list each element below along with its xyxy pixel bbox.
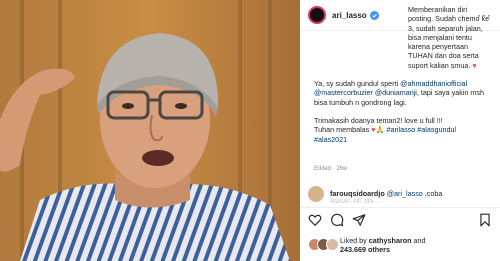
commenter-avatar[interactable] bbox=[308, 186, 324, 202]
post-side-panel: ari_lasso ··· . Memberanikan diri postin… bbox=[300, 0, 500, 261]
comment-faded-text: atasan sih dia ... bbox=[330, 198, 381, 205]
action-bar bbox=[308, 213, 492, 229]
hashtag-alasgundul[interactable]: #alasgundul bbox=[417, 125, 456, 134]
mention-ahmaddhani[interactable]: @ahmaddhaniofficial bbox=[400, 79, 467, 88]
edited-timestamp: Edited · 26w bbox=[314, 166, 348, 172]
bookmark-icon[interactable] bbox=[478, 213, 492, 227]
caption-content: Memberanikan diri posting. Sudah chemo k… bbox=[314, 5, 490, 144]
likes-user[interactable]: cathysharon bbox=[369, 236, 412, 245]
likes-count[interactable]: 243.669 others bbox=[340, 245, 390, 254]
heart-emoji: ♥ bbox=[472, 60, 477, 70]
caption-p4: Tuhan membalas bbox=[314, 125, 370, 135]
photo-illustration bbox=[0, 0, 300, 261]
commenter-username[interactable]: farouqsidoardjo bbox=[330, 189, 385, 198]
likes-summary: Liked by cathysharon and 243.669 others bbox=[308, 236, 492, 258]
likes-prefix: Liked by bbox=[340, 236, 369, 245]
comment-body: ,coba bbox=[422, 189, 443, 198]
comment-mention[interactable]: @ari_lasso bbox=[387, 189, 423, 198]
hashtag-arilasso[interactable]: #arilasso bbox=[387, 125, 416, 134]
likes-and: and bbox=[411, 236, 426, 245]
liker-avatar-3[interactable] bbox=[326, 238, 339, 251]
comment-item: farouqsidoardjo @ari_lasso ,coba atasan … bbox=[308, 186, 496, 206]
pray-emoji: 🙏 bbox=[375, 125, 385, 135]
actions-divider bbox=[300, 207, 500, 208]
heart-icon[interactable] bbox=[308, 213, 322, 227]
likes-text: Liked by cathysharon and 243.669 others bbox=[340, 236, 426, 254]
caption-p2a: Ya, sy sudah gundul sperti bbox=[314, 79, 401, 89]
hashtag-alas2021[interactable]: #alas2021 bbox=[314, 135, 347, 144]
comment-icon[interactable] bbox=[330, 213, 344, 227]
post-photo bbox=[0, 0, 300, 261]
share-icon[interactable] bbox=[352, 213, 366, 227]
mention-mastercorbuzier[interactable]: @mastercorbuzier bbox=[314, 88, 373, 97]
comment-text: farouqsidoardjo @ari_lasso ,coba bbox=[330, 189, 498, 198]
caption-p1: Memberanikan diri posting. Sudah chemo k… bbox=[408, 5, 490, 70]
caption-p3: Trimakasih doanya teman2! love u full !!… bbox=[314, 115, 443, 125]
mention-duniamanji[interactable]: @duniamanji bbox=[375, 88, 417, 97]
